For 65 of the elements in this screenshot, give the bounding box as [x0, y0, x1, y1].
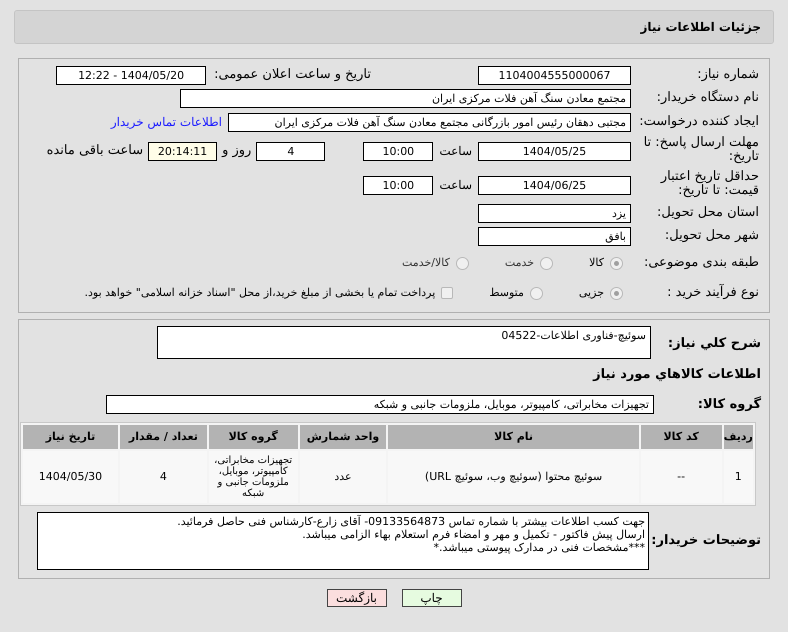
- field-label: نام دستگاه خریدار:: [656, 91, 759, 106]
- column-header: ردیف: [724, 425, 753, 449]
- field-label: مهلت ارسال پاسخ: تا تاریخ:: [642, 136, 759, 164]
- buyer-field: مجتمع معادن سنگ آهن فلات مرکزی ایران: [180, 89, 631, 108]
- table-cell: 4: [120, 451, 207, 503]
- province-field: یزد: [478, 204, 631, 223]
- countdown-field: 20:14:11: [148, 142, 218, 160]
- table-cell: --: [640, 451, 722, 503]
- section-title: اطلاعات كالاهاي مورد نياز: [593, 367, 761, 382]
- table-cell: تجهیزات مخابراتی، کامپیوتر، موبایل، ملزومات جانبی و شبکه: [208, 451, 298, 503]
- field-label: پرداخت تمام یا بخشی از مبلغ خرید،از محل "اسناد خزانه اسلامی" خواهد بود.: [84, 284, 436, 301]
- validity-date-field: 1404/06/25: [478, 176, 631, 194]
- page-header: جزئیات اطلاعات نیاز: [14, 10, 774, 44]
- days-field: 4: [256, 142, 326, 160]
- note-line: ***مشخصات فنی در مدارک پیوستی میباشد.*: [432, 541, 645, 554]
- city-field: بافق: [478, 227, 631, 246]
- field-label: نوع فرآیند خرید :: [667, 286, 759, 300]
- field-label: خدمت: [504, 254, 534, 271]
- column-header: تعداد / مقدار: [120, 425, 207, 449]
- need-number-field: 1104004555000067: [478, 66, 631, 84]
- validity-time-field: 10:00: [363, 176, 434, 194]
- field-label: کالا: [589, 254, 604, 271]
- field-label: ساعت: [439, 177, 472, 194]
- goods-group-field: تجهیزات مخابراتی، کامپیوتر، موبایل، ملزومات جانبی و شبکه: [106, 394, 654, 414]
- print-button[interactable]: چاپ: [402, 589, 462, 607]
- announce-date-field: 1404/05/20 - 12:22: [56, 66, 206, 84]
- field-label: توضیحات خریدار:: [651, 533, 761, 548]
- description-field: سوئیچ-فناوری اطلاعات-04522: [157, 326, 651, 359]
- radio-button[interactable]: [610, 286, 623, 300]
- field-label: کالا/خدمت: [402, 254, 450, 271]
- payment-checkbox[interactable]: [441, 287, 454, 299]
- column-header: نام کالا: [388, 425, 639, 449]
- table-cell: سوئیچ محتوا (سوئیچ وب، سوئیچ URL): [388, 451, 639, 503]
- field-label: شهر محل تحویل:: [664, 229, 759, 244]
- table-cell: 1: [724, 451, 753, 503]
- table-cell: عدد: [300, 451, 386, 503]
- requester-field: مجتبی دهقان رئیس امور بازرگانی مجتمع معادن سنگ آهن فلات مرکزی ایران: [228, 112, 631, 132]
- field-label: ایجاد کننده درخواست:: [639, 114, 759, 129]
- column-header: گروه کالا: [208, 425, 298, 449]
- field-label: گروه کالا:: [698, 396, 761, 412]
- field-label: تاریخ و ساعت اعلان عمومی:: [214, 66, 371, 84]
- field-label: شرح كلي نياز:: [668, 336, 761, 351]
- reply-time-field: 10:00: [363, 142, 434, 160]
- radio-button[interactable]: [610, 256, 623, 270]
- table-cell: 1404/05/30: [23, 451, 118, 503]
- field-label: طبقه بندی موضوعی:: [644, 256, 759, 270]
- radio-button[interactable]: [540, 256, 554, 270]
- radio-button[interactable]: [530, 286, 543, 300]
- reply-date-field: 1404/05/25: [478, 142, 631, 160]
- column-header: کد کالا: [640, 425, 722, 449]
- field-label: ساعت: [439, 143, 472, 160]
- field-label: شماره نیاز:: [697, 68, 759, 82]
- field-label: استان محل تحویل:: [657, 206, 759, 220]
- field-label: جزیی: [578, 284, 604, 301]
- column-header: تاریخ نیاز: [23, 425, 118, 449]
- column-header: واحد شمارش: [300, 425, 386, 449]
- back-button[interactable]: بازگشت: [326, 589, 386, 607]
- field-label: روز و: [222, 142, 252, 160]
- field-label: متوسط: [489, 284, 524, 301]
- field-label: حداقل تاریخ اعتبار قیمت: تا تاریخ:: [659, 170, 759, 198]
- buyer-contact-link[interactable]: اطلاعات تماس خریدار: [110, 113, 222, 131]
- field-label: ساعت باقی مانده: [46, 142, 144, 160]
- note-line: جهت کسب اطلاعات بیشتر با شماره تماس 09133564873- آقای زارع-کارشناس فنی حاصل فرمائید.: [176, 515, 645, 528]
- radio-button[interactable]: [456, 256, 469, 270]
- note-line: ارسال پیش فاکتور - تکمیل و مهر و امضاء فرم استعلام بهاء الزامی میباشد.: [301, 528, 645, 541]
